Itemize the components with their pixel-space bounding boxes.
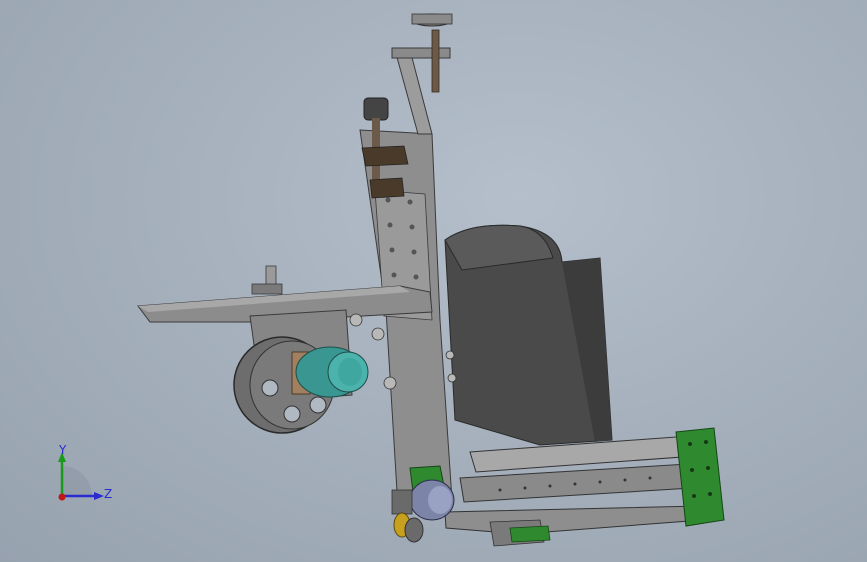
triad-plane-icon — [62, 466, 92, 496]
dark-housing-block[interactable] — [444, 224, 613, 446]
axis-triad: Y Z — [58, 443, 112, 501]
z-axis-label: Z — [104, 487, 112, 501]
origin-dot — [58, 493, 66, 501]
cad-model-view[interactable] — [0, 0, 867, 562]
lower-link-arm[interactable] — [444, 505, 703, 547]
z-axis-arrowhead-icon — [94, 492, 104, 500]
y-axis-label: Y — [58, 443, 67, 457]
graphics-viewport[interactable]: Y Z — [0, 0, 867, 562]
bottom-roller-rail[interactable] — [459, 435, 697, 503]
drive-motor-teal[interactable] — [291, 346, 369, 398]
caster-wheels[interactable] — [393, 512, 424, 543]
top-adjust-rod[interactable] — [391, 13, 453, 135]
